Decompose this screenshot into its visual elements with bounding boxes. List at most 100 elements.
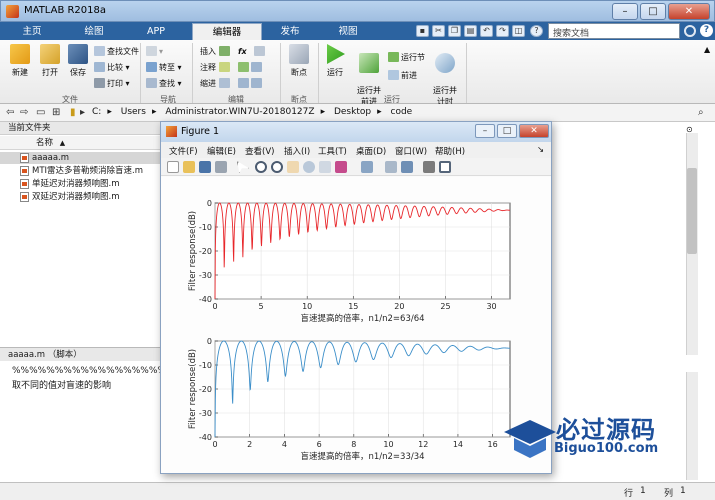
- path-search-icon[interactable]: ⌕: [698, 107, 704, 118]
- pan-hand-icon[interactable]: [287, 161, 299, 173]
- menu-dock-arrow-icon[interactable]: ↘: [537, 145, 544, 155]
- window-title: MATLAB R2018a: [24, 5, 107, 16]
- details-panel-title: aaaaa.m （脚本）: [0, 347, 162, 361]
- increase-indent-icon: [238, 78, 249, 88]
- tab-apps[interactable]: APP: [128, 23, 184, 40]
- switch-windows-icon[interactable]: ◫: [512, 25, 525, 37]
- zoom-in-icon[interactable]: [255, 161, 267, 173]
- search-input[interactable]: 搜索文档: [548, 23, 680, 39]
- forward-arrow-icon[interactable]: ⇨: [20, 107, 28, 118]
- show-plot-tools-icon[interactable]: [439, 161, 451, 173]
- menu-file[interactable]: 文件(F): [169, 145, 198, 157]
- name-column-header[interactable]: 名称 ▲: [0, 136, 161, 150]
- goto-button[interactable]: 转至 ▾: [146, 62, 182, 74]
- x-tick-label: 12: [418, 440, 428, 449]
- address-bar: ⇦ ⇨ ▭ ⊞ ▮ ▸ C: ▸ Users ▸ Administrator.WIN…: [0, 104, 715, 122]
- print-button[interactable]: 打印 ▾: [94, 78, 130, 90]
- print-figure-icon[interactable]: [215, 161, 227, 173]
- file-row[interactable]: MTI雷达多普勒频消除盲速.m: [0, 165, 161, 177]
- comment-extra-button[interactable]: [238, 62, 264, 74]
- path-segment[interactable]: Administrator.WIN7U-20180127Z: [165, 107, 314, 117]
- find-files-button[interactable]: 查找文件: [94, 46, 139, 58]
- save-icon: [68, 44, 88, 64]
- indent-extra-button[interactable]: [238, 78, 264, 90]
- save-figure-icon[interactable]: [199, 161, 211, 173]
- run-section-icon: [388, 52, 399, 62]
- minimize-button[interactable]: –: [612, 3, 638, 20]
- tab-editor[interactable]: 编辑器: [192, 23, 262, 40]
- save-button[interactable]: 保存: [64, 44, 92, 78]
- menu-help[interactable]: 帮助(H): [435, 145, 465, 157]
- menu-window[interactable]: 窗口(W): [395, 145, 427, 157]
- open-folder-browse-icon[interactable]: ⊞: [52, 107, 60, 118]
- compare-button[interactable]: 比较 ▾: [94, 62, 130, 74]
- brush-icon[interactable]: [335, 161, 347, 173]
- indent-button[interactable]: 缩进: [200, 78, 232, 90]
- quick-paste-icon[interactable]: ▤: [464, 25, 477, 37]
- menu-tools[interactable]: 工具(T): [318, 145, 347, 157]
- figure-close-button[interactable]: ✕: [519, 124, 549, 138]
- folder-path[interactable]: C: ▸ Users ▸ Administrator.WIN7U-20180127Z…: [92, 107, 418, 117]
- data-cursor-icon[interactable]: [319, 161, 331, 173]
- quick-cut-icon[interactable]: ✂: [432, 25, 445, 37]
- tab-view[interactable]: 视图: [320, 23, 376, 40]
- maximize-button[interactable]: □: [640, 3, 666, 20]
- path-segment[interactable]: code: [391, 107, 413, 117]
- menu-edit[interactable]: 编辑(E): [207, 145, 236, 157]
- open-file-icon[interactable]: [183, 161, 195, 173]
- redo-icon[interactable]: ↷: [496, 25, 509, 37]
- back-arrow-icon[interactable]: ⇦: [6, 107, 14, 118]
- path-segment[interactable]: Desktop: [334, 107, 371, 117]
- quick-save-icon[interactable]: ▪: [416, 25, 429, 37]
- watermark-url: Biguo100.com: [554, 441, 659, 456]
- undo-icon[interactable]: ↶: [480, 25, 493, 37]
- open-button[interactable]: 打开: [36, 44, 64, 78]
- breakpoints-button[interactable]: 断点: [286, 44, 312, 78]
- advance-button[interactable]: 前进: [388, 70, 417, 82]
- insert-button[interactable]: 插入: [200, 46, 232, 58]
- figure-window[interactable]: Figure 1 – □ ✕ 文件(F) 编辑(E) 查看(V) 插入(I) 工…: [160, 121, 552, 474]
- file-row[interactable]: aaaaa.m: [0, 152, 161, 164]
- panel-menu-icon[interactable]: ⊙: [686, 124, 693, 136]
- rotate-3d-icon[interactable]: [303, 161, 315, 173]
- run-button[interactable]: 运行: [322, 44, 348, 78]
- help-quick-icon[interactable]: ?: [530, 25, 543, 37]
- tab-home[interactable]: 主页: [4, 23, 60, 40]
- file-row[interactable]: 双延迟对消器频响图.m: [0, 191, 161, 203]
- help-icon[interactable]: ?: [700, 24, 713, 37]
- path-segment[interactable]: C:: [92, 107, 101, 117]
- tab-plots[interactable]: 绘图: [66, 23, 122, 40]
- nav-back-forward[interactable]: ▾: [146, 46, 163, 58]
- close-button[interactable]: ✕: [668, 3, 710, 20]
- figure-minimize-button[interactable]: –: [475, 124, 495, 138]
- link-plot-icon[interactable]: [361, 161, 373, 173]
- colorbar-icon[interactable]: [385, 161, 397, 173]
- figure-maximize-button[interactable]: □: [497, 124, 517, 138]
- quick-copy-icon[interactable]: ❐: [448, 25, 461, 37]
- menu-insert[interactable]: 插入(I): [284, 145, 310, 157]
- new-button[interactable]: 新建: [6, 44, 34, 78]
- editor-line[interactable]: 取不同的值对盲速的影响: [12, 378, 111, 391]
- menu-view[interactable]: 查看(V): [245, 145, 274, 157]
- search-icon[interactable]: [684, 25, 696, 37]
- legend-icon[interactable]: [401, 161, 413, 173]
- run-section-button[interactable]: 运行节: [388, 52, 425, 64]
- pointer-icon[interactable]: [237, 161, 249, 173]
- fx-button[interactable]: fx: [238, 46, 247, 58]
- new-figure-icon[interactable]: [167, 161, 179, 173]
- scrollbar-thumb[interactable]: [687, 168, 697, 254]
- comment-button[interactable]: 注释: [200, 62, 232, 74]
- run-and-time-button[interactable]: 运行并 计时: [428, 44, 462, 107]
- x-tick-label: 6: [317, 440, 322, 449]
- menu-desktop[interactable]: 桌面(D): [356, 145, 386, 157]
- find-button[interactable]: 查找 ▾: [146, 78, 182, 90]
- collapse-ribbon-icon[interactable]: ▲: [704, 44, 710, 56]
- tab-publish[interactable]: 发布: [262, 23, 318, 40]
- path-segment[interactable]: Users: [121, 107, 146, 117]
- hide-plot-tools-icon[interactable]: [423, 161, 435, 173]
- format-button[interactable]: [254, 46, 267, 58]
- folder-up-icon[interactable]: ▭: [36, 107, 45, 118]
- zoom-out-icon[interactable]: [271, 161, 283, 173]
- file-row[interactable]: 单延迟对消器频响图.m: [0, 178, 161, 190]
- figure-title-bar[interactable]: Figure 1 – □ ✕: [161, 122, 551, 142]
